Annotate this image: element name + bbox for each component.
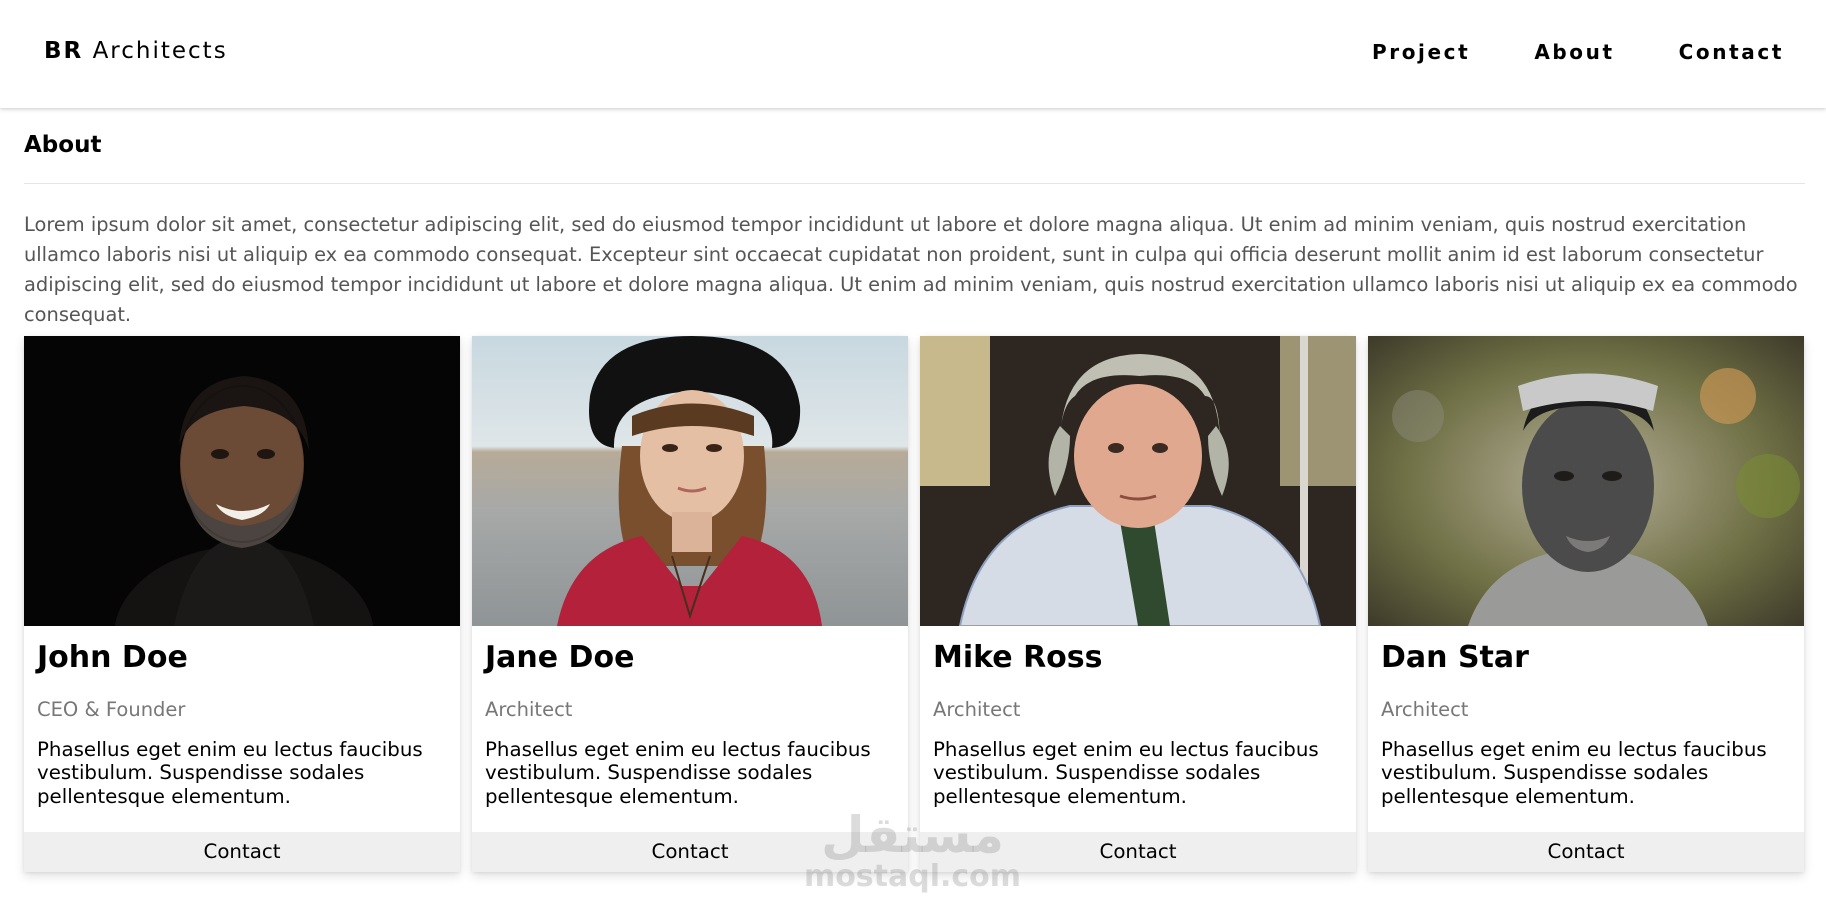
member-name: Dan Star: [1381, 640, 1529, 675]
nav-link-project[interactable]: Project: [1372, 40, 1470, 64]
member-name: Mike Ross: [933, 640, 1103, 675]
member-name: Jane Doe: [485, 640, 635, 675]
member-bio: Phasellus eget enim eu lectus faucibus v…: [933, 738, 1319, 808]
team-card: Dan Star Architect Phasellus eget enim e…: [1368, 336, 1804, 872]
portrait-photo-older-man-icon: [920, 336, 1356, 626]
about-section: About Lorem ipsum dolor sit amet, consec…: [24, 108, 1805, 330]
member-name: John Doe: [37, 640, 188, 675]
member-bio: Phasellus eget enim eu lectus faucibus v…: [485, 738, 871, 808]
team-card: John Doe CEO & Founder Phasellus eget en…: [24, 336, 460, 872]
about-paragraph: Lorem ipsum dolor sit amet, consectetur …: [24, 213, 1798, 326]
card-body: Dan Star Architect Phasellus eget enim e…: [1368, 626, 1804, 808]
member-role: Architect: [1381, 698, 1469, 721]
member-role: Architect: [933, 698, 1021, 721]
portrait-photo-man-beard-icon: [24, 336, 460, 626]
nav-link-contact[interactable]: Contact: [1679, 40, 1784, 64]
contact-button[interactable]: Contact: [472, 832, 908, 872]
contact-button[interactable]: Contact: [1368, 832, 1804, 872]
contact-button[interactable]: Contact: [920, 832, 1356, 872]
team-grid: John Doe CEO & Founder Phasellus eget en…: [24, 336, 1806, 872]
nav-link-about[interactable]: About: [1534, 40, 1614, 64]
member-bio: Phasellus eget enim eu lectus faucibus v…: [1381, 738, 1767, 808]
card-body: Mike Ross Architect Phasellus eget enim …: [920, 626, 1356, 808]
contact-button[interactable]: Contact: [24, 832, 460, 872]
member-bio: Phasellus eget enim eu lectus faucibus v…: [37, 738, 423, 808]
card-body: Jane Doe Architect Phasellus eget enim e…: [472, 626, 908, 808]
member-role: CEO & Founder: [37, 698, 186, 721]
brand-logo[interactable]: BR Architects: [44, 37, 228, 65]
card-body: John Doe CEO & Founder Phasellus eget en…: [24, 626, 460, 808]
team-card: Mike Ross Architect Phasellus eget enim …: [920, 336, 1356, 872]
brand-initials: BR: [44, 38, 84, 64]
section-title: About: [24, 132, 102, 158]
main-nav: Project About Contact: [1372, 40, 1784, 64]
member-role: Architect: [485, 698, 573, 721]
portrait-photo-woman-hat-icon: [472, 336, 908, 626]
brand-name: Architects: [92, 38, 228, 64]
team-card: Jane Doe Architect Phasellus eget enim e…: [472, 336, 908, 872]
top-navbar: BR Architects Project About Contact: [0, 0, 1826, 108]
section-divider: [24, 183, 1805, 184]
portrait-photo-young-man-icon: [1368, 336, 1804, 626]
